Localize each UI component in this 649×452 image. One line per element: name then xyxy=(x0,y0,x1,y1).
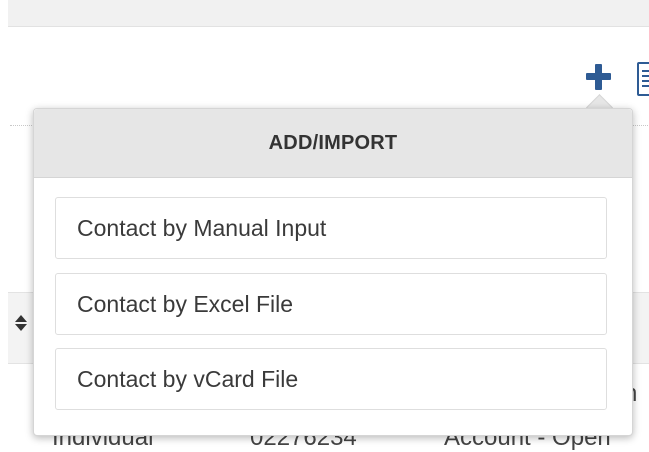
document-icon[interactable] xyxy=(635,60,649,96)
left-margin xyxy=(0,0,8,452)
page: Individual 02276234 Account - Open n ADD… xyxy=(0,0,649,452)
contact-vcard-file-option[interactable]: Contact by vCard File xyxy=(55,348,607,410)
plus-icon[interactable] xyxy=(582,57,616,97)
contact-excel-file-option[interactable]: Contact by Excel File xyxy=(55,273,607,335)
top-strip xyxy=(0,0,649,27)
contact-manual-input-option[interactable]: Contact by Manual Input xyxy=(55,197,607,259)
popup-title: ADD/IMPORT xyxy=(34,109,632,178)
add-import-popup: ADD/IMPORT Contact by Manual Input Conta… xyxy=(33,108,633,436)
sort-icon[interactable] xyxy=(14,312,28,336)
